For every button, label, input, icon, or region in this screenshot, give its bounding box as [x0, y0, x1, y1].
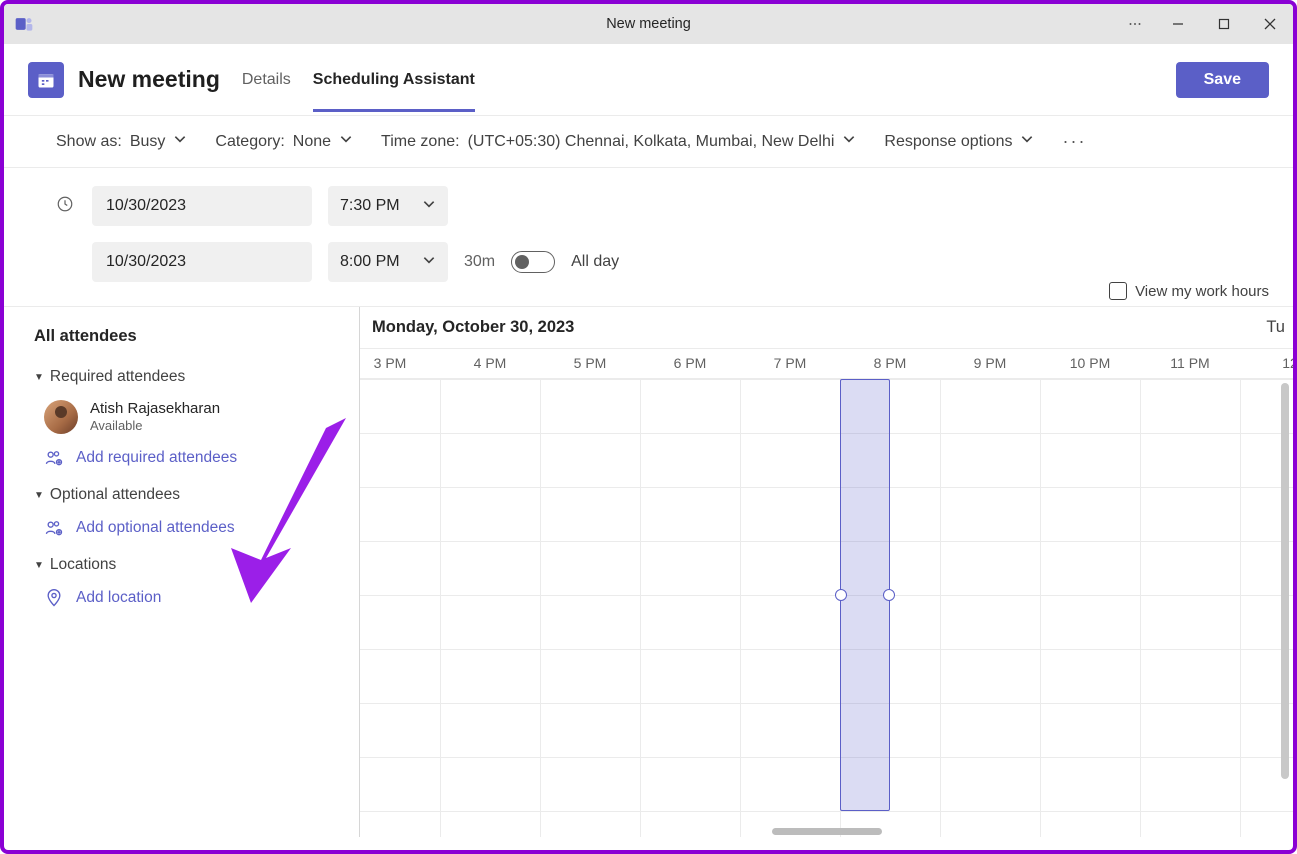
end-time-dropdown[interactable]: 8:00 PM — [328, 242, 448, 282]
resize-handle-left[interactable] — [835, 589, 847, 601]
datetime-area: 10/30/2023 7:30 PM 10/30/2023 8:00 PM 30… — [4, 168, 1293, 307]
timezone-dropdown[interactable]: Time zone: (UTC+05:30) Chennai, Kolkata,… — [381, 132, 856, 151]
response-options-dropdown[interactable]: Response options — [884, 132, 1034, 151]
header: New meeting Details Scheduling Assistant… — [4, 44, 1293, 116]
chevron-down-icon — [173, 132, 187, 151]
duration-label: 30m — [464, 253, 495, 271]
people-add-icon — [44, 448, 64, 468]
attendee-status: Available — [90, 418, 220, 433]
hour-label: 3 PM — [374, 355, 407, 371]
hour-label: 9 PM — [974, 355, 1007, 371]
vertical-scrollbar[interactable] — [1281, 383, 1289, 833]
checkbox-icon — [1109, 282, 1127, 300]
clock-icon — [56, 195, 76, 218]
chevron-down-icon — [1020, 132, 1034, 151]
hour-label: 12 — [1282, 355, 1293, 371]
start-date-input[interactable]: 10/30/2023 — [92, 186, 312, 226]
start-time-dropdown[interactable]: 7:30 PM — [328, 186, 448, 226]
window-more-icon[interactable] — [1115, 4, 1155, 44]
options-row: Show as: Busy Category: None Time zone: … — [4, 116, 1293, 168]
page-title: New meeting — [78, 66, 220, 93]
people-add-icon — [44, 518, 64, 538]
calendar-icon — [28, 62, 64, 98]
window-title: New meeting — [4, 16, 1293, 32]
chevron-down-icon — [339, 132, 353, 151]
show-as-dropdown[interactable]: Show as: Busy — [56, 132, 187, 151]
add-required-attendees-link[interactable]: Add required attendees — [44, 448, 319, 468]
close-button[interactable] — [1247, 4, 1293, 44]
save-button[interactable]: Save — [1176, 62, 1269, 98]
hour-label: 11 PM — [1170, 355, 1209, 371]
all-day-label: All day — [571, 253, 619, 271]
hour-label: 5 PM — [574, 355, 607, 371]
all-attendees-header: All attendees — [34, 327, 329, 346]
optional-attendees-section[interactable]: ▼ Optional attendees — [34, 486, 329, 504]
horizontal-scrollbar[interactable] — [772, 828, 882, 835]
hour-label: 6 PM — [674, 355, 707, 371]
category-dropdown[interactable]: Category: None — [215, 132, 353, 151]
add-location-link[interactable]: Add location — [44, 588, 319, 608]
hour-label: 4 PM — [474, 355, 507, 371]
availability-grid[interactable] — [360, 379, 1293, 837]
hour-header: 3 PM 4 PM 5 PM 6 PM 7 PM 8 PM 9 PM 10 PM 11 PM 12 — [360, 349, 1293, 379]
resize-handle-right[interactable] — [883, 589, 895, 601]
add-optional-attendees-link[interactable]: Add optional attendees — [44, 518, 319, 538]
location-icon — [44, 588, 64, 608]
chevron-down-icon — [422, 253, 436, 272]
attendee-name: Atish Rajasekharan — [90, 401, 220, 418]
tab-details[interactable]: Details — [242, 47, 291, 112]
chevron-down-icon — [842, 132, 856, 151]
more-options-icon[interactable]: ··· — [1062, 131, 1086, 152]
tab-scheduling-assistant[interactable]: Scheduling Assistant — [313, 47, 475, 112]
teams-app-icon — [4, 14, 44, 34]
hour-label: 10 PM — [1070, 355, 1110, 371]
locations-section[interactable]: ▼ Locations — [34, 556, 329, 574]
triangle-down-icon: ▼ — [34, 372, 44, 383]
selected-time-block[interactable] — [840, 379, 890, 811]
chevron-down-icon — [422, 197, 436, 216]
minimize-button[interactable] — [1155, 4, 1201, 44]
all-day-toggle[interactable] — [511, 251, 555, 273]
title-bar: New meeting — [4, 4, 1293, 44]
required-attendees-section[interactable]: ▼ Required attendees — [34, 368, 329, 386]
hour-label: 8 PM — [874, 355, 907, 371]
attendees-panel: All attendees ▼ Required attendees Atish… — [4, 307, 360, 837]
hour-label: 7 PM — [774, 355, 807, 371]
triangle-down-icon: ▼ — [34, 490, 44, 501]
maximize-button[interactable] — [1201, 4, 1247, 44]
view-work-hours-checkbox[interactable]: View my work hours — [1109, 282, 1269, 300]
avatar — [44, 400, 78, 434]
end-date-input[interactable]: 10/30/2023 — [92, 242, 312, 282]
date-header: Monday, October 30, 2023 Tu — [360, 307, 1293, 349]
scheduling-grid: Monday, October 30, 2023 Tu 3 PM 4 PM 5 PM… — [360, 307, 1293, 837]
attendee-row[interactable]: Atish Rajasekharan Available — [44, 400, 319, 434]
triangle-down-icon: ▼ — [34, 560, 44, 571]
